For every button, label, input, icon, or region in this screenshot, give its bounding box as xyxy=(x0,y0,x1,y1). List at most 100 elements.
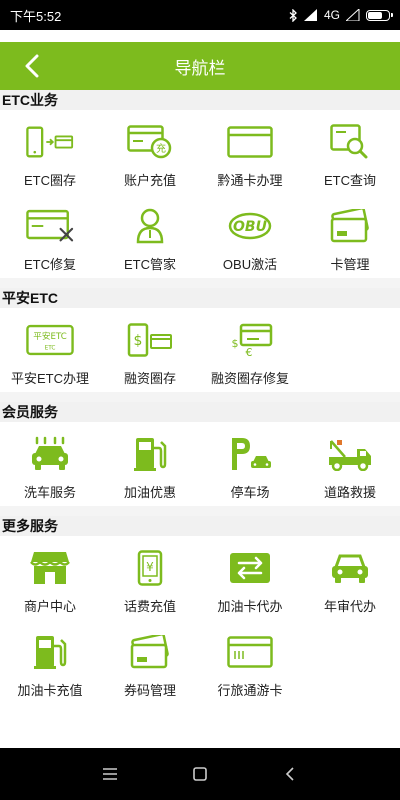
menu-icon xyxy=(103,768,117,780)
grid-item-etc-quancun[interactable]: ETC圈存 xyxy=(0,110,100,194)
grid-item-card-manage[interactable]: 卡管理 xyxy=(300,194,400,278)
card-icon xyxy=(227,126,273,158)
svg-text:充: 充 xyxy=(156,142,166,155)
card-bottom-text: ETC xyxy=(45,346,56,352)
grid-item-etc-butler[interactable]: ETC管家 xyxy=(100,194,200,278)
grid-item-label: 融资圈存 xyxy=(123,371,176,386)
svg-text:€: € xyxy=(246,346,253,357)
section-divider xyxy=(0,392,400,402)
home-square-icon xyxy=(193,767,207,781)
bluetooth-icon xyxy=(289,8,297,22)
status-bar: 下午5:52 4G xyxy=(0,0,400,30)
grid-item-label: 商户中心 xyxy=(23,599,76,614)
signal-icon xyxy=(303,9,317,21)
grid-item-label: ETC管家 xyxy=(123,257,176,272)
grid-item-pingan-etc[interactable]: 平安ETC ETC 平安ETC办理 xyxy=(0,308,100,392)
page-title: 导航栏 xyxy=(174,58,226,78)
grid-item-coupon-manage[interactable]: 券码管理 xyxy=(100,620,200,704)
tow-truck-icon xyxy=(329,440,371,471)
grid-item-label: 年审代办 xyxy=(323,599,376,614)
card-repair-icon xyxy=(26,209,74,242)
network-type: 4G xyxy=(323,8,340,22)
section-grid-member: 洗车服务 加油优惠 停车场 道路救援 xyxy=(0,422,400,506)
grid-item-label: 行旅通游卡 xyxy=(217,683,283,698)
grid-item-finance-repair[interactable]: $ € 融资圈存修复 xyxy=(200,308,300,392)
fuel-pump-icon xyxy=(134,438,167,471)
status-time: 下午5:52 xyxy=(10,8,62,24)
grid-item-label: ETC圈存 xyxy=(23,173,76,188)
cards-stack-icon xyxy=(330,209,369,243)
section-grid-pingan: 平安ETC ETC 平安ETC办理 $ 融资圈存 $ € 融资圈存修复 xyxy=(0,308,400,392)
grid-item-label: 平安ETC办理 xyxy=(10,371,89,386)
grid-item-account-recharge[interactable]: 充 账户充值 xyxy=(100,110,200,194)
grid-item-travel-card[interactable]: 行旅通游卡 xyxy=(200,620,300,704)
grid-item-label: 加油优惠 xyxy=(123,485,176,500)
svg-text:¥: ¥ xyxy=(146,560,154,574)
grid-item-parking[interactable]: 停车场 xyxy=(200,422,300,506)
grid-item-label: ETC查询 xyxy=(323,173,376,188)
svg-text:$: $ xyxy=(134,333,143,349)
back-button[interactable] xyxy=(16,42,48,90)
battery-icon xyxy=(366,9,393,21)
grid-item-label: 加油卡代办 xyxy=(217,599,283,614)
grid-item-label: ETC修复 xyxy=(23,257,76,272)
grid-item-label: 话费充值 xyxy=(123,599,176,614)
grid-item-label: 加油卡充值 xyxy=(17,683,83,698)
section-title-pingan: 平安ETC xyxy=(0,288,400,308)
grid-item-label: 道路救援 xyxy=(323,485,376,500)
grid-item-label: 账户充值 xyxy=(123,173,176,188)
car-icon xyxy=(332,554,368,583)
section-title-more: 更多服务 xyxy=(0,516,400,536)
phone-card-transfer-icon xyxy=(26,126,74,158)
grid-item-etc-repair[interactable]: ETC修复 xyxy=(0,194,100,278)
grid-item-merchant-center[interactable]: 商户中心 xyxy=(0,536,100,620)
menu-button[interactable] xyxy=(96,760,124,788)
section-grid-more: 商户中心 ¥ 话费充值 加油卡代办 年审代办 加油卡充值 券码管理 行旅通游卡 xyxy=(0,536,400,704)
currency-card-icon: $€ xyxy=(232,323,273,357)
section-title-etc: ETC业务 xyxy=(0,90,400,110)
grid-item-label: 券码管理 xyxy=(123,683,176,698)
card-top-text: 平安ETC xyxy=(33,330,67,342)
section-grid-etc: ETC圈存 充 账户充值 黔通卡办理 ETC查询 ETC修复 ETC管家 OBU… xyxy=(0,110,400,278)
car-wash-icon xyxy=(32,436,68,470)
grid-item-label: 停车场 xyxy=(230,485,270,500)
grid-item-label: OBU激活 xyxy=(222,257,278,272)
grid-item-car-wash[interactable]: 洗车服务 xyxy=(0,422,100,506)
phone-yuan-icon: ¥ xyxy=(137,550,163,586)
grid-item-fuel-discount[interactable]: 加油优惠 xyxy=(100,422,200,506)
section-divider xyxy=(0,278,400,288)
chevron-left-icon xyxy=(25,54,39,78)
grid-item-etc-query[interactable]: ETC查询 xyxy=(300,110,400,194)
person-icon xyxy=(136,208,164,244)
grid-item-road-rescue[interactable]: 道路救援 xyxy=(300,422,400,506)
title-bar: 导航栏 xyxy=(0,42,400,90)
obu-icon: OBU xyxy=(228,212,272,240)
top-spacer xyxy=(0,30,400,42)
home-button[interactable] xyxy=(186,760,214,788)
grid-item-fuel-card-agent[interactable]: 加油卡代办 xyxy=(200,536,300,620)
exchange-card-icon xyxy=(230,553,270,583)
section-divider xyxy=(0,506,400,516)
store-icon xyxy=(30,552,70,584)
pingan-etc-card-icon: 平安ETC ETC xyxy=(26,324,74,356)
system-back-button[interactable] xyxy=(276,760,304,788)
travel-card-icon xyxy=(227,636,273,668)
grid-item-label: 卡管理 xyxy=(330,257,370,272)
phone-money-icon: $ xyxy=(127,323,172,357)
fuel-pump-icon xyxy=(34,636,67,669)
system-nav-bar xyxy=(0,748,400,800)
status-indicators: 4G xyxy=(289,8,393,22)
grid-item-phone-recharge[interactable]: ¥ 话费充值 xyxy=(100,536,200,620)
grid-item-annual-inspection[interactable]: 年审代办 xyxy=(300,536,400,620)
svg-text:$: $ xyxy=(232,337,239,350)
svg-text:OBU: OBU xyxy=(233,219,268,235)
signal-icon-2 xyxy=(346,9,360,21)
card-recharge-icon: 充 xyxy=(127,125,172,159)
grid-item-obu-activate[interactable]: OBU OBU激活 xyxy=(200,194,300,278)
grid-item-qiantong-card[interactable]: 黔通卡办理 xyxy=(200,110,300,194)
grid-item-finance-quancun[interactable]: $ 融资圈存 xyxy=(100,308,200,392)
grid-item-label: 黔通卡办理 xyxy=(217,173,283,188)
section-title-member: 会员服务 xyxy=(0,402,400,422)
grid-item-fuel-card-recharge[interactable]: 加油卡充值 xyxy=(0,620,100,704)
grid-item-label: 洗车服务 xyxy=(23,485,76,500)
